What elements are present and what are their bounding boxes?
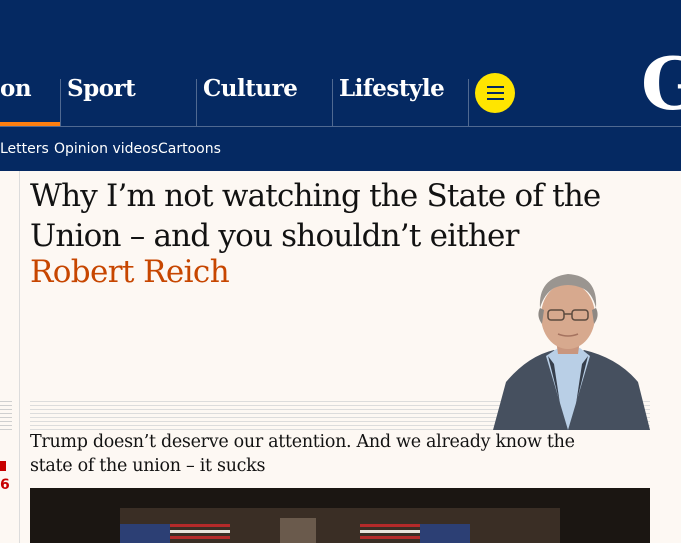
pillar-nav: on Sport Culture Lifestyle [0, 77, 681, 126]
subnav-item-opinion-videos[interactable]: Opinion videos [54, 141, 158, 157]
article-byline[interactable]: Robert Reich [30, 252, 230, 292]
pillar-divider [332, 79, 333, 126]
comment-badge [0, 461, 6, 471]
hamburger-icon [487, 92, 504, 94]
pillar-label: on [0, 75, 32, 102]
nav-divider [0, 126, 681, 127]
pillar-label: Sport [67, 75, 136, 102]
column-rule [19, 171, 20, 543]
comment-count[interactable]: 6 [0, 477, 10, 493]
pillar-divider [196, 79, 197, 126]
article-standfirst: Trump doesn’t deserve our attention. And… [30, 432, 575, 476]
pillar-label: Culture [203, 75, 298, 102]
pillar-label: Lifestyle [339, 75, 445, 102]
subnav-item-cartoons[interactable]: Cartoons [158, 141, 221, 157]
pillar-lifestyle[interactable]: Lifestyle [339, 77, 467, 126]
article-main-image [30, 488, 650, 543]
menu-button[interactable] [475, 73, 515, 113]
hamburger-icon [487, 86, 504, 88]
subnav-item-letters[interactable]: Letters [0, 141, 49, 157]
left-rule-lines [0, 401, 12, 431]
hamburger-icon [487, 98, 504, 100]
author-portrait [493, 274, 650, 430]
pillar-sport[interactable]: Sport [67, 77, 195, 126]
pillar-divider [468, 79, 469, 126]
article-headline: Why I’m not watching the State of the Un… [30, 178, 601, 254]
pillar-opinion[interactable]: on [0, 77, 60, 126]
pillar-culture[interactable]: Culture [203, 77, 331, 126]
guardian-logo[interactable]: G [641, 48, 681, 120]
pillar-divider [60, 79, 61, 126]
